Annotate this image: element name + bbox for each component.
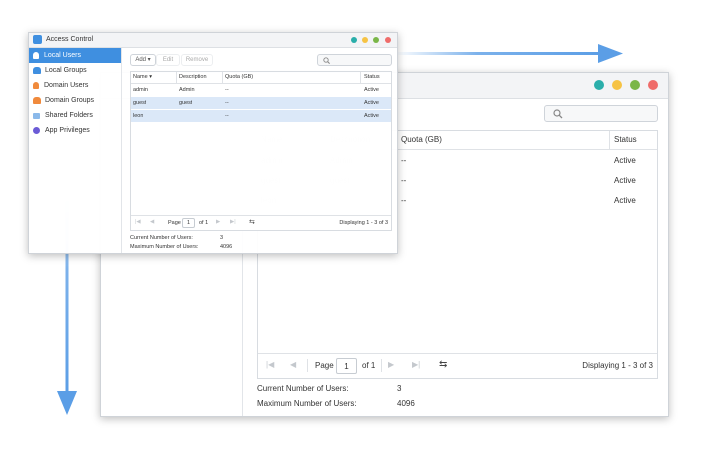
column-header-quota[interactable]: Quota (GB) [225, 74, 253, 80]
cell-quota: -- [401, 196, 407, 205]
minimize-dot[interactable] [351, 37, 357, 43]
page-number-input[interactable]: 1 [182, 218, 195, 228]
refresh-icon[interactable]: ⇆ [439, 359, 447, 370]
column-header-name[interactable]: Name [133, 74, 148, 80]
sidebar-item-domain-users[interactable]: Domain Users [29, 78, 121, 93]
help-dot[interactable] [362, 37, 368, 43]
cell-quota: -- [225, 100, 229, 106]
max-users-value: 4096 [220, 244, 233, 250]
close-dot[interactable] [385, 37, 391, 43]
access-control-window-small: Access Control Local Users Local Groups … [28, 32, 398, 254]
column-header-description[interactable]: Description [179, 74, 207, 80]
max-users-value: 4096 [397, 399, 415, 408]
last-page-icon[interactable]: ▶| [412, 360, 420, 369]
next-page-icon[interactable]: ▶ [388, 360, 394, 369]
sidebar-item-label: Shared Folders [45, 112, 93, 119]
column-header-quota[interactable]: Quota (GB) [401, 135, 442, 144]
current-users-value: 3 [220, 235, 224, 241]
last-page-icon[interactable]: ▶| [230, 219, 236, 225]
cell-name: leon [133, 113, 144, 119]
of-pages-label: of 1 [199, 220, 209, 226]
of-pages-label: of 1 [362, 361, 376, 370]
displaying-text: Displaying 1 - 3 of 3 [339, 220, 388, 226]
cell-quota: -- [225, 113, 229, 119]
sidebar-item-label: Domain Users [44, 82, 89, 89]
cell-quota: -- [401, 156, 407, 165]
first-page-icon[interactable]: |◀ [135, 219, 141, 225]
add-button[interactable]: Add ▾ [130, 54, 156, 66]
minimize-dot[interactable] [594, 80, 604, 90]
sidebar-item-label: App Privileges [45, 127, 90, 134]
sidebar-item-label: Local Users [44, 52, 81, 59]
search-input[interactable] [317, 54, 392, 66]
users-table: Name ▾ Description Quota (GB) Status adm… [130, 71, 392, 231]
remove-button-label: Remove [185, 57, 209, 63]
sidebar-item-app-privileges[interactable]: App Privileges [29, 123, 121, 138]
search-input[interactable] [544, 105, 658, 122]
edit-button-label: Edit [162, 57, 174, 63]
refresh-icon[interactable]: ⇆ [249, 218, 255, 226]
right-arrow-icon [395, 44, 623, 63]
cell-quota: -- [401, 176, 407, 185]
page-label: Page [315, 361, 334, 370]
cell-quota: -- [225, 87, 229, 93]
column-header-status[interactable]: Status [364, 74, 380, 80]
maximize-dot[interactable] [373, 37, 379, 43]
cell-status: Active [614, 196, 636, 205]
cell-status: Active [364, 100, 379, 106]
table-row[interactable]: guest guest -- Active [131, 97, 391, 109]
sidebar-item-shared-folders[interactable]: Shared Folders [29, 108, 121, 123]
next-page-icon[interactable]: ▶ [216, 219, 220, 225]
cell-status: Active [614, 156, 636, 165]
group-icon [33, 67, 41, 74]
help-dot[interactable] [612, 80, 622, 90]
search-icon [323, 57, 330, 64]
title-bar: Access Control [29, 33, 397, 48]
cell-name: guest [133, 100, 147, 106]
edit-button[interactable]: Edit [156, 54, 180, 66]
current-users-label: Current Number of Users: [257, 384, 349, 393]
sidebar-item-label: Domain Groups [45, 97, 95, 104]
current-users-value: 3 [397, 384, 402, 393]
domain-group-icon [33, 97, 41, 104]
sidebar-item-domain-groups[interactable]: Domain Groups [29, 93, 121, 108]
displaying-text: Displaying 1 - 3 of 3 [582, 361, 653, 370]
page-number-input[interactable]: 1 [336, 358, 357, 374]
cell-status: Active [364, 87, 379, 93]
max-users-label: Maximum Number of Users: [257, 399, 357, 408]
remove-button[interactable]: Remove [181, 54, 213, 66]
prev-page-icon[interactable]: ◀ [150, 219, 154, 225]
sidebar: Local Users Local Groups Domain Users Do… [29, 48, 122, 253]
page-label: Page [168, 220, 181, 226]
cell-description: guest [179, 100, 193, 106]
max-users-label: Maximum Number of Users: [130, 244, 199, 250]
close-dot[interactable] [648, 80, 658, 90]
pager: |◀ ◀ Page 1 of 1 ▶ ▶| ⇆ Displaying 1 - 3… [131, 215, 391, 230]
window-title: Access Control [46, 36, 94, 43]
sidebar-item-label: Local Groups [45, 67, 87, 74]
cell-description: Admin [179, 87, 195, 93]
table-row[interactable]: admin Admin -- Active [131, 84, 391, 96]
user-icon [33, 52, 39, 59]
first-page-icon[interactable]: |◀ [266, 360, 274, 369]
table-header: Name ▾ Description Quota (GB) Status [131, 72, 391, 84]
sidebar-item-local-groups[interactable]: Local Groups [29, 63, 121, 78]
current-users-label: Current Number of Users: [130, 235, 193, 241]
table-row[interactable]: leon -- Active [131, 110, 391, 122]
pager: |◀ ◀ Page 1 of 1 ▶ ▶| ⇆ Displaying 1 - 3… [258, 353, 657, 378]
folder-icon [33, 112, 40, 119]
maximize-dot[interactable] [630, 80, 640, 90]
cell-name: admin [133, 87, 148, 93]
search-icon [553, 109, 563, 119]
prev-page-icon[interactable]: ◀ [290, 360, 296, 369]
app-privileges-icon [33, 127, 40, 134]
cell-status: Active [364, 113, 379, 119]
app-logo-icon [33, 35, 42, 44]
domain-user-icon [33, 82, 39, 89]
column-header-status[interactable]: Status [614, 135, 637, 144]
cell-status: Active [614, 176, 636, 185]
add-button-label: Add [135, 57, 146, 63]
sidebar-item-local-users[interactable]: Local Users [29, 48, 121, 63]
